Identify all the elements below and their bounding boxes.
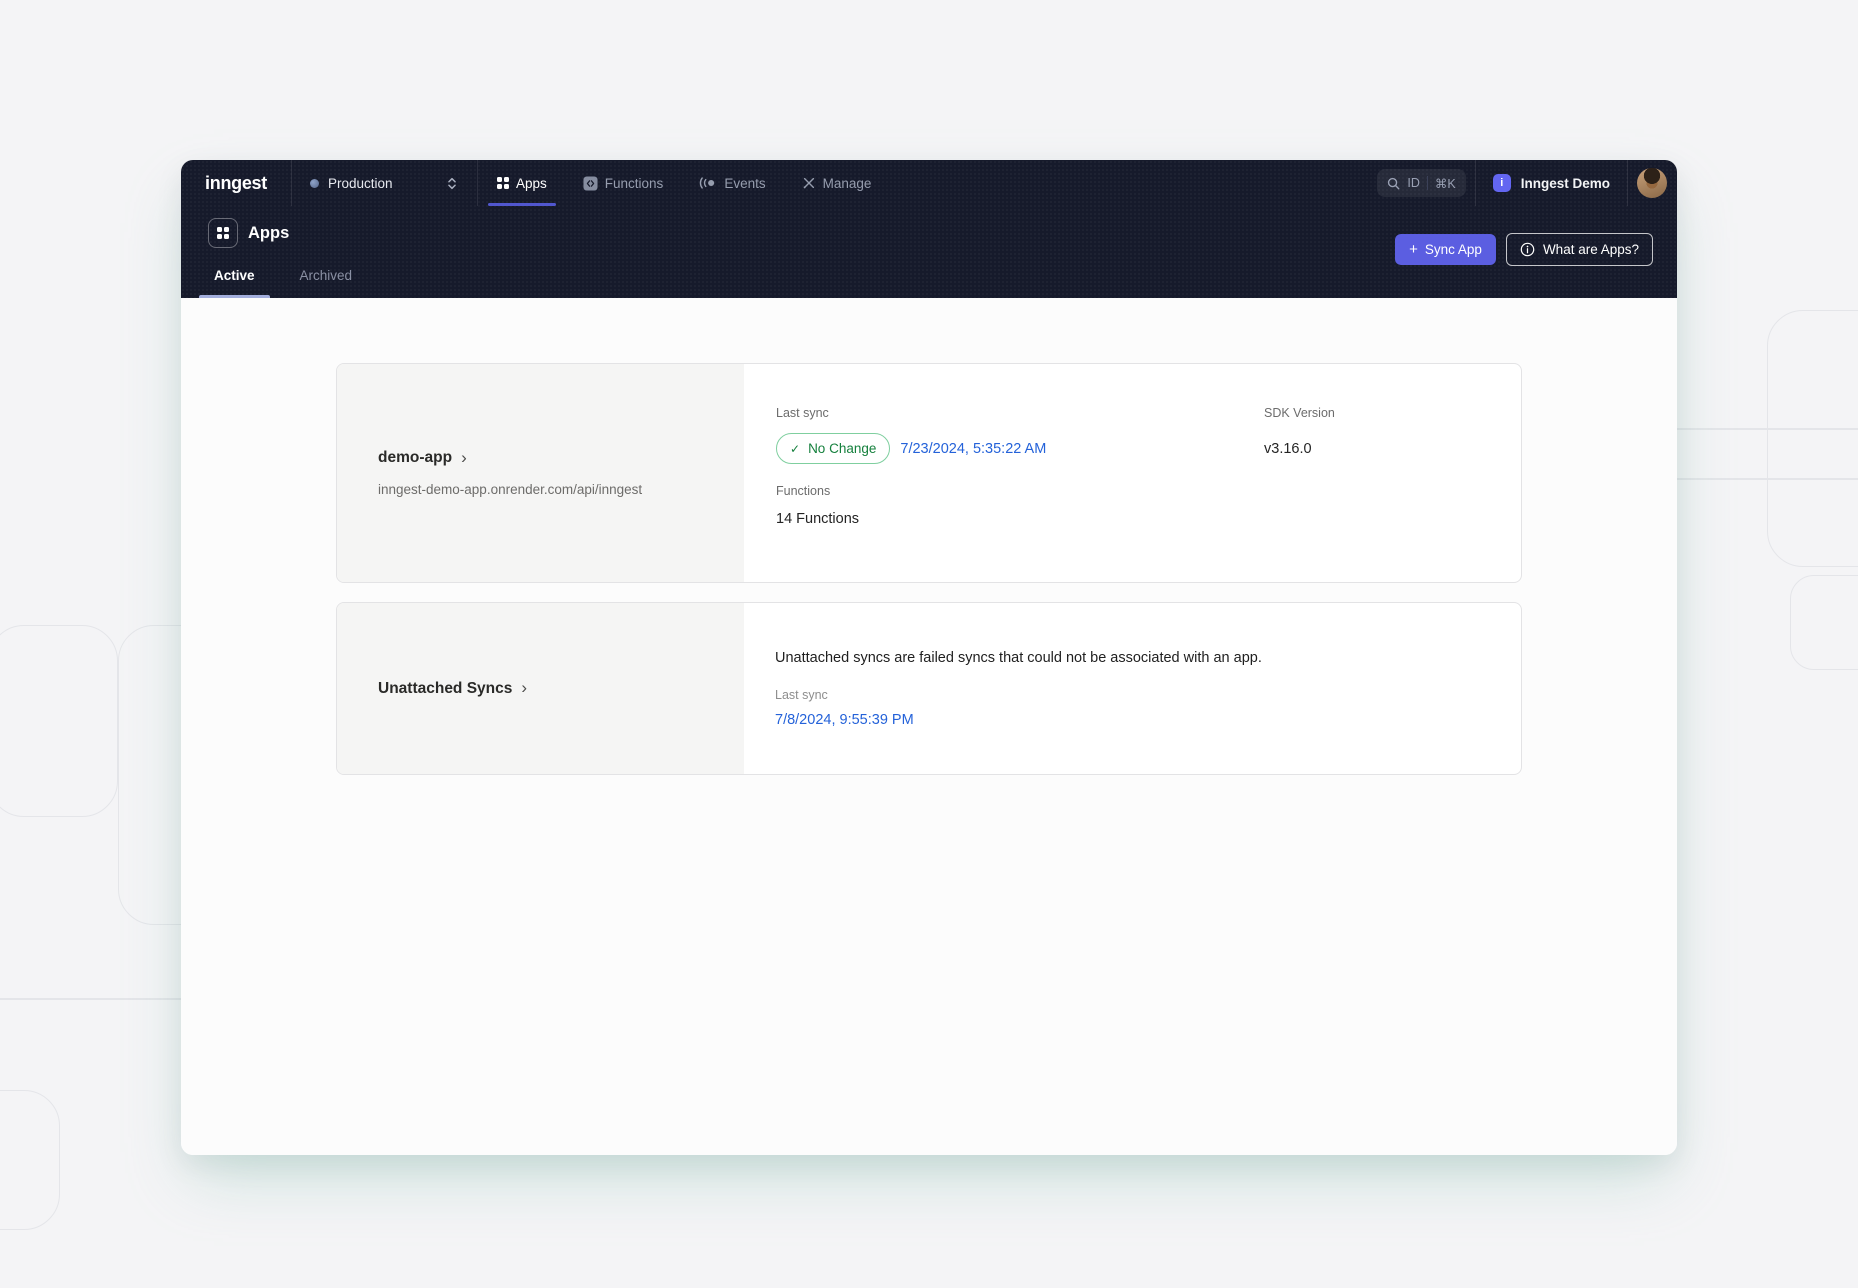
inngest-logo[interactable]: inngest <box>181 160 291 206</box>
content-area: demo-app › inngest-demo-app.onrender.com… <box>181 298 1677 1155</box>
sdk-version-value: v3.16.0 <box>1264 441 1312 457</box>
divider <box>1627 160 1628 206</box>
page-header: Apps + Sync App What are Apps? <box>181 206 1677 298</box>
sdk-version-label: SDK Version <box>1264 406 1335 420</box>
org-switcher[interactable]: i Inngest Demo <box>1476 160 1627 206</box>
events-signal-icon <box>699 176 717 190</box>
unattached-syncs-link[interactable]: Unattached Syncs › <box>378 680 527 698</box>
app-name-link[interactable]: demo-app › <box>378 449 467 467</box>
dark-header: inngest Production Apps <box>181 160 1677 298</box>
nav-tab-events[interactable]: Events <box>690 160 774 206</box>
app-window: inngest Production Apps <box>181 160 1677 1155</box>
last-sync-column: Last sync ✓ No Change 7/23/2024, 5:35:22… <box>776 406 1264 464</box>
what-are-apps-label: What are Apps? <box>1543 242 1639 257</box>
divider <box>477 160 478 206</box>
info-icon <box>1520 242 1535 257</box>
nav-tab-apps[interactable]: Apps <box>488 160 556 206</box>
header-actions: + Sync App What are Apps? <box>1395 233 1653 266</box>
tab-archived[interactable]: Archived <box>285 268 368 298</box>
cards-list: demo-app › inngest-demo-app.onrender.com… <box>336 363 1522 775</box>
topbar-right: ID ⌘K i Inngest Demo <box>1377 160 1677 206</box>
unattached-syncs-card: Unattached Syncs › Unattached syncs are … <box>336 602 1522 775</box>
nav-tab-label: Functions <box>605 176 664 191</box>
search-icon <box>1387 177 1400 190</box>
user-avatar[interactable] <box>1637 168 1667 198</box>
chevron-updown-icon <box>445 176 459 191</box>
environment-status-dot <box>310 179 319 188</box>
app-card-right-panel: Last sync ✓ No Change 7/23/2024, 5:35:22… <box>744 364 1521 582</box>
unattached-card-left-panel: Unattached Syncs › <box>337 603 744 774</box>
sdk-version-column: SDK Version v3.16.0 <box>1264 406 1335 464</box>
tab-active[interactable]: Active <box>199 268 270 298</box>
app-url: inngest-demo-app.onrender.com/api/innges… <box>378 482 744 497</box>
unattached-card-right-panel: Unattached syncs are failed syncs that c… <box>744 603 1521 774</box>
decoration-rect <box>1767 310 1858 567</box>
main-nav: Apps Functions <box>488 160 880 206</box>
sync-app-button[interactable]: + Sync App <box>1395 234 1496 265</box>
functions-label: Functions <box>776 484 1521 498</box>
nav-tab-functions[interactable]: Functions <box>574 160 673 206</box>
environment-select[interactable]: Production <box>292 160 477 206</box>
sync-app-label: Sync App <box>1425 242 1482 257</box>
decoration-line <box>0 998 181 1000</box>
nav-tab-manage[interactable]: Manage <box>793 160 881 206</box>
nav-tab-label: Events <box>724 176 765 191</box>
app-card-left-panel: demo-app › inngest-demo-app.onrender.com… <box>337 364 744 582</box>
topbar: inngest Production Apps <box>181 160 1677 206</box>
status-label: No Change <box>808 441 876 456</box>
last-sync-value-link[interactable]: 7/23/2024, 5:35:22 AM <box>900 441 1046 457</box>
environment-label: Production <box>328 176 393 191</box>
search-id-label: ID <box>1407 176 1420 190</box>
page-background: inngest Production Apps <box>0 0 1858 1288</box>
search-shortcut: ⌘K <box>1435 176 1456 191</box>
unattached-last-sync-label: Last sync <box>775 688 1521 702</box>
app-card: demo-app › inngest-demo-app.onrender.com… <box>336 363 1522 583</box>
what-are-apps-button[interactable]: What are Apps? <box>1506 233 1653 266</box>
plus-icon: + <box>1409 241 1418 258</box>
last-sync-value-row: ✓ No Change 7/23/2024, 5:35:22 AM <box>776 433 1264 464</box>
unattached-description: Unattached syncs are failed syncs that c… <box>775 650 1521 666</box>
decoration-rect <box>0 1090 60 1230</box>
no-change-status-badge: ✓ No Change <box>776 433 890 464</box>
manage-tools-icon <box>802 176 816 190</box>
page-title: Apps <box>248 224 289 243</box>
functions-block: Functions 14 Functions <box>776 484 1521 527</box>
functions-code-icon <box>583 176 598 191</box>
apps-grid-icon <box>497 177 509 189</box>
decoration-rect <box>0 625 118 817</box>
apps-grid-icon <box>208 218 238 248</box>
app-meta-row: Last sync ✓ No Change 7/23/2024, 5:35:22… <box>776 406 1521 464</box>
chevron-right-icon: › <box>461 449 467 466</box>
nav-tab-label: Apps <box>516 176 547 191</box>
org-name: Inngest Demo <box>1521 176 1610 191</box>
unattached-last-sync-value-link[interactable]: 7/8/2024, 9:55:39 PM <box>775 712 1521 728</box>
sdk-version-value-row: v3.16.0 <box>1264 433 1335 464</box>
unattached-syncs-name: Unattached Syncs <box>378 680 512 698</box>
header-tabs: Active Archived <box>199 268 367 298</box>
search-button[interactable]: ID ⌘K <box>1377 169 1465 197</box>
check-icon: ✓ <box>790 442 800 456</box>
functions-value: 14 Functions <box>776 511 1521 527</box>
org-badge: i <box>1493 174 1511 192</box>
app-name: demo-app <box>378 449 452 467</box>
last-sync-label: Last sync <box>776 406 1264 420</box>
nav-tab-label: Manage <box>823 176 872 191</box>
chevron-right-icon: › <box>521 679 527 696</box>
decoration-rect <box>1790 575 1858 670</box>
search-divider <box>1427 176 1428 190</box>
